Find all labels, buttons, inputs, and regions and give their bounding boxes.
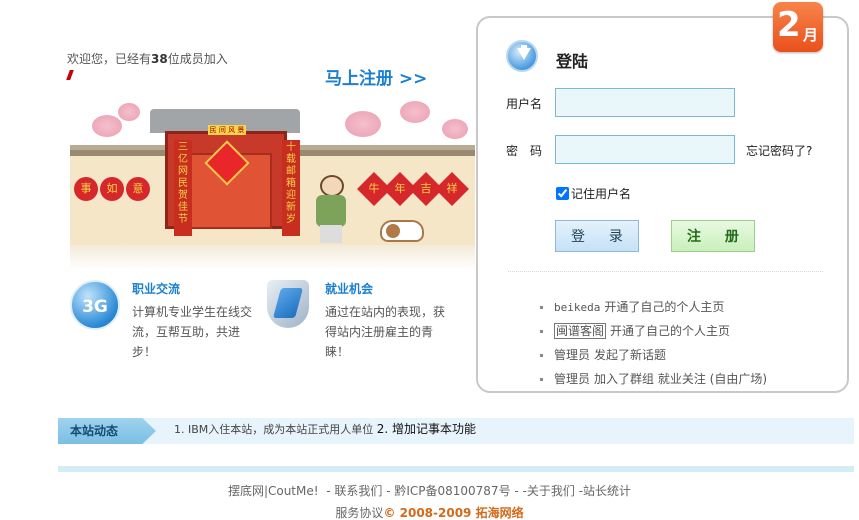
diamond-4: 祥 (435, 172, 469, 206)
login-title: 登陆 (556, 52, 589, 71)
panel-divider (508, 271, 823, 272)
news-text: 1. IBM入住本站，成为本站正式用人单位 2. 增加记事本功能 (174, 418, 476, 441)
register-button[interactable]: 注 册 (671, 220, 755, 252)
feature-description: 计算机专业学生在线交流，互帮互助，共进步！ (132, 305, 253, 359)
cartoon-character (310, 175, 350, 245)
plum-blossom (442, 119, 468, 139)
service-agreement-link[interactable]: 服务协议 (335, 506, 383, 520)
activity-list: beikeda 开通了自己的个人主页 闽谱客阁 开通了自己的个人主页 管理员 发起了新… (540, 296, 767, 392)
register-now-link[interactable]: 马上注册 >> (325, 64, 427, 89)
list-item: 管理员 发起了新话题 (540, 344, 767, 368)
activity-action: 开通了自己的个人主页 (610, 324, 731, 338)
activity-action: 开通了自己的个人主页 (604, 300, 725, 314)
shield-shape (267, 280, 309, 328)
list-item: 管理员 加入了群组 就业关注 (自由广场) (540, 368, 767, 392)
3g-icon-label: 3G (70, 280, 120, 330)
footer-link[interactable]: -站长统计 (579, 484, 631, 498)
login-button[interactable]: 登 录 (555, 220, 639, 252)
character-body (316, 195, 346, 227)
month-number: 2 (777, 5, 801, 45)
copyright-brand: © 2008-2009 拓海网络 (383, 506, 524, 520)
login-panel: 登陆 用户名 密 码 忘记密码了? 记住用户名 登 录 注 册 beikeda 开… (476, 16, 849, 393)
password-label: 密 码 (506, 144, 543, 158)
password-field[interactable] (555, 135, 735, 164)
activity-user[interactable]: 管理员 (554, 348, 590, 362)
shield-icon (263, 280, 315, 332)
footer-link[interactable]: 摆底网|CoutMe! (228, 484, 319, 498)
couplet-left: 三亿网民贺佳节 (174, 140, 192, 236)
forgot-password-link[interactable]: 忘记密码了? (746, 142, 812, 159)
feature-title[interactable]: 就业机会 (325, 280, 373, 297)
plum-blossom (92, 115, 122, 137)
footer-link[interactable]: - 联系我们 (326, 484, 382, 498)
dog-spot (386, 224, 400, 238)
remember-username[interactable]: 记住用户名 (556, 185, 631, 202)
activity-action: 发起了新话题 (594, 348, 667, 362)
lantern-2: 如 (100, 177, 124, 201)
lantern-3: 意 (126, 177, 150, 201)
news-bar: 本站动态 1. IBM入住本站，成为本站正式用人单位 2. 增加记事本功能 (58, 418, 854, 444)
username-field[interactable] (555, 88, 735, 117)
list-item: beikeda 开通了自己的个人主页 (540, 296, 767, 320)
feature-title[interactable]: 职业交流 (132, 280, 180, 297)
news-item[interactable]: 1. IBM入住本站，成为本站正式用人单位 (174, 423, 373, 436)
character-head (320, 175, 344, 197)
news-tag: 本站动态 (58, 418, 156, 444)
username-label: 用户名 (506, 97, 543, 111)
lantern-1: 事 (74, 177, 98, 201)
gate-plaque: 民 间 风 景 (208, 125, 246, 135)
footer-divider (58, 466, 854, 472)
plum-blossom (345, 111, 381, 137)
activity-action: 加入了群组 就业关注 (自由广场) (594, 372, 768, 386)
red-mark-decoration (66, 70, 74, 80)
festival-banner: 民 间 风 景 三亿网民贺佳节 十载邮箱迎新岁 事 如 意 牛 年 吉 祥 (70, 95, 475, 270)
footer-link[interactable]: - -关于我们 (514, 484, 574, 498)
character-legs (320, 225, 342, 243)
footer-link[interactable]: - 黔ICP备08100787号 (386, 484, 510, 498)
footer-links: 摆底网|CoutMe! - 联系我们 - 黔ICP备08100787号 - -关… (0, 482, 859, 499)
remember-checkbox[interactable] (556, 187, 569, 200)
3g-icon: 3G (70, 280, 122, 332)
list-item: 闽谱客阁 开通了自己的个人主页 (540, 320, 767, 344)
welcome-prefix: 欢迎您，已经有 (67, 52, 152, 66)
plum-blossom (118, 103, 140, 121)
plum-blossom (400, 101, 430, 123)
cartoon-dog (380, 220, 424, 242)
month-badge: 2 月 (773, 2, 823, 52)
welcome-text: 欢迎您，已经有38位成员加入 (67, 50, 228, 67)
activity-user[interactable]: 闽谱客阁 (554, 323, 607, 339)
activity-user[interactable]: 管理员 (554, 372, 590, 386)
download-arrow-icon (506, 40, 538, 72)
welcome-suffix: 位成员加入 (167, 52, 228, 66)
activity-user[interactable]: beikeda (554, 301, 600, 314)
feature-description: 通过在站内的表现，获得站内注册雇主的青睐！ (325, 305, 446, 359)
diamond-4-text: 祥 (446, 182, 458, 195)
member-count: 38 (151, 52, 168, 66)
remember-label: 记住用户名 (571, 187, 632, 201)
ground (70, 245, 475, 270)
month-unit: 月 (803, 26, 819, 44)
footer-copyright: 服务协议© 2008-2009 拓海网络 (0, 504, 859, 520)
couplet-right: 十载邮箱迎新岁 (282, 140, 300, 236)
news-item[interactable]: 2. 增加记事本功能 (377, 422, 476, 436)
